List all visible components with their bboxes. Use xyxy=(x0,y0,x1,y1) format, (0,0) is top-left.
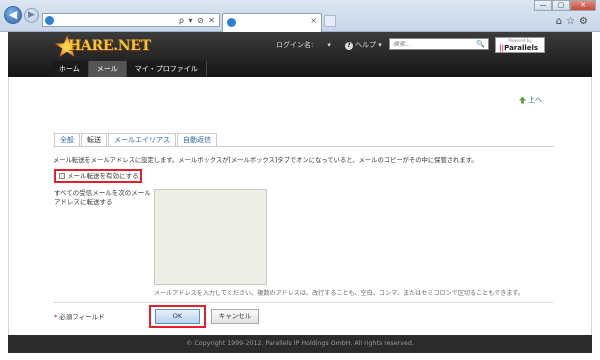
required-label: 必須フィールド xyxy=(59,313,105,321)
help-icon: ? xyxy=(345,42,353,50)
parallels-text: Parallels xyxy=(504,44,539,52)
forward-addresses-textarea[interactable] xyxy=(154,189,267,285)
main-content: 上へ 全般 転送 メールエイリアス 自動返信 メール転送をメールアドレスに設定し… xyxy=(8,77,592,335)
required-star: * xyxy=(54,313,58,321)
minimize-icon[interactable]: — xyxy=(534,0,552,11)
brand-logo[interactable]: HARE.NET xyxy=(54,35,154,59)
back-arrow-icon[interactable]: ◀ xyxy=(4,6,22,24)
nav-my-profile[interactable]: マイ・プロファイル xyxy=(126,61,207,77)
browser-tab[interactable]: × xyxy=(222,13,322,32)
browser-toolbar: ◀ ▶ ρ ▾ ⊘ ✕ × — ▢ ✕ ⌂☆⚙ xyxy=(0,0,600,32)
tab-general[interactable]: 全般 xyxy=(54,133,80,147)
forward-arrow-icon[interactable]: ▶ xyxy=(24,8,39,23)
search-input[interactable] xyxy=(390,39,470,49)
login-name[interactable]: ログイン名: ▾ xyxy=(276,40,331,50)
login-label: ログイン名: xyxy=(276,41,314,49)
tab-close-icon[interactable]: × xyxy=(310,16,317,25)
main-nav: ホーム メール マイ・プロファイル xyxy=(51,61,207,77)
enable-forwarding-checkbox[interactable] xyxy=(59,173,65,179)
cancel-button[interactable]: キャンセル xyxy=(211,309,259,324)
settings-tabs: 全般 転送 メールエイリアス 自動返信 xyxy=(54,133,218,147)
address-bar-icons[interactable]: ρ ▾ ⊘ ✕ xyxy=(179,14,216,27)
close-icon[interactable]: ✕ xyxy=(570,0,596,11)
powered-by-text: Powered by xyxy=(508,38,532,43)
forwarding-description: メール転送をメールアドレスに設定します。メールボックスが[メールボックス]タブで… xyxy=(53,157,478,164)
app-header: HARE.NET ログイン名: ▾ ?ヘルプ ▾ 🔍 Powered by ||P… xyxy=(8,32,592,77)
search-box: 🔍 xyxy=(389,38,489,50)
brand-name: HARE.NET xyxy=(68,38,151,54)
nav-mail[interactable]: メール xyxy=(88,61,127,77)
textarea-hint: メールアドレスを入力してください。複数のアドレスは、改行することも、空白、コンマ… xyxy=(154,290,525,297)
up-link[interactable]: 上へ xyxy=(519,95,542,105)
forward-to-label: すべての受信メールを次のメールアドレスに転送する xyxy=(54,189,151,206)
tab-auto-reply[interactable]: 自動返信 xyxy=(177,133,217,147)
help-menu[interactable]: ? ヘルプ ▾ xyxy=(345,40,382,50)
up-link-label: 上へ xyxy=(528,96,542,104)
footer-copyright: © Copyright 1999-2012. Parallels IP Hold… xyxy=(8,335,592,353)
tabs-divider xyxy=(54,146,554,147)
browser-tools-icons[interactable]: ⌂☆⚙ xyxy=(556,16,592,27)
nav-home[interactable]: ホーム xyxy=(51,61,89,77)
search-icon[interactable]: 🔍 xyxy=(476,39,485,49)
tab-forwarding[interactable]: 転送 xyxy=(81,133,107,147)
enable-forwarding-label[interactable]: メール転送を有効にする xyxy=(67,172,139,180)
ie-tab-icon xyxy=(227,18,236,27)
ie-page-icon xyxy=(45,16,54,25)
chevron-down-icon: ▾ xyxy=(327,41,331,49)
window-controls: — ▢ ✕ xyxy=(534,0,596,12)
new-tab-button[interactable] xyxy=(324,15,336,27)
parallels-logo[interactable]: Powered by ||Parallels xyxy=(495,37,545,53)
help-label: ヘルプ ▾ xyxy=(355,41,382,49)
maximize-icon[interactable]: ▢ xyxy=(552,0,570,11)
parallels-wordmark: ||Parallels xyxy=(499,44,538,52)
address-bar[interactable]: ρ ▾ ⊘ ✕ xyxy=(42,13,220,27)
enable-forwarding-highlight: メール転送を有効にする xyxy=(54,169,142,183)
ok-button[interactable]: OK xyxy=(155,309,200,324)
required-fields-note: * 必須フィールド xyxy=(54,311,105,321)
form-separator xyxy=(53,302,553,303)
up-arrow-icon xyxy=(519,96,526,104)
tab-mail-aliases[interactable]: メールエイリアス xyxy=(108,133,176,147)
